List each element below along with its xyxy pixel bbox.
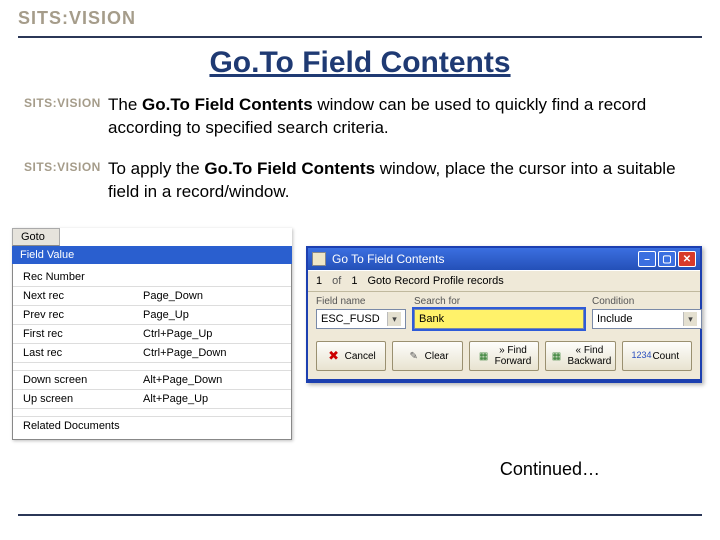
menu-item[interactable]: Related Documents <box>13 417 291 435</box>
bullet-logo-icon: SITS:VISION <box>24 160 90 182</box>
window-toolbar: 1 of 1 Goto Record Profile records <box>308 270 700 292</box>
chevron-down-icon: ▾ <box>683 312 697 326</box>
goto-menu-tab[interactable]: Goto <box>12 228 60 246</box>
continued-label: Continued… <box>500 459 600 480</box>
record-current: 1 <box>316 275 322 287</box>
find-backward-button[interactable]: ▦ « FindBackward <box>545 341 615 371</box>
page-title: Go.To Field Contents <box>18 46 702 80</box>
find-forward-icon: ▦ <box>477 349 491 363</box>
window-titlebar[interactable]: Go To Field Contents – ▢ ✕ <box>308 248 700 270</box>
count-button[interactable]: 1234 Count <box>622 341 692 371</box>
close-button[interactable]: ✕ <box>678 251 696 267</box>
record-total: 1 <box>351 275 357 287</box>
window-icon <box>312 252 326 266</box>
fieldname-select[interactable]: ESC_FUSD ▾ <box>316 309 406 329</box>
bullet-1: SITS:VISION The Go.To Field Contents win… <box>18 94 702 140</box>
chevron-down-icon: ▾ <box>387 312 401 326</box>
field-labels-row: Field name Search for Condition <box>308 292 700 307</box>
bullet-2-text: To apply the Go.To Field Contents window… <box>108 158 696 204</box>
clear-button[interactable]: ✎ Clear <box>392 341 462 371</box>
menu-item[interactable]: Up screenAlt+Page_Up <box>13 390 291 409</box>
cancel-button[interactable]: ✖ Cancel <box>316 341 386 371</box>
find-backward-icon: ▦ <box>549 349 563 363</box>
goto-field-contents-window: Go To Field Contents – ▢ ✕ 1 of 1 Goto R… <box>306 246 702 383</box>
record-of-label: of <box>332 275 341 287</box>
minimize-button[interactable]: – <box>638 251 656 267</box>
clear-icon: ✎ <box>407 349 421 363</box>
cancel-icon: ✖ <box>327 349 341 363</box>
record-desc: Goto Record Profile records <box>367 275 503 287</box>
bullet-1-text: The Go.To Field Contents window can be u… <box>108 94 696 140</box>
menu-item[interactable]: Down screenAlt+Page_Down <box>13 371 291 390</box>
label-condition: Condition <box>592 296 702 307</box>
menu-item[interactable]: First recCtrl+Page_Up <box>13 325 291 344</box>
goto-menu-header[interactable]: Field Value <box>12 246 292 264</box>
brand-logo: SITS:VISION <box>18 8 702 34</box>
top-divider <box>18 36 702 38</box>
label-searchfor: Search for <box>414 296 584 307</box>
searchfor-input[interactable]: Bank <box>414 309 584 329</box>
find-forward-button[interactable]: ▦ » FindForward <box>469 341 539 371</box>
menu-item[interactable]: Last recCtrl+Page_Down <box>13 344 291 363</box>
window-title: Go To Field Contents <box>332 252 636 266</box>
bullet-2: SITS:VISION To apply the Go.To Field Con… <box>18 158 702 204</box>
label-fieldname: Field name <box>316 296 406 307</box>
bottom-divider <box>18 514 702 516</box>
count-icon: 1234 <box>634 349 648 363</box>
menu-item[interactable]: Rec Number <box>13 268 291 287</box>
bullet-logo-icon: SITS:VISION <box>24 96 90 118</box>
menu-item[interactable]: Next recPage_Down <box>13 287 291 306</box>
maximize-button[interactable]: ▢ <box>658 251 676 267</box>
condition-select[interactable]: Include ▾ <box>592 309 702 329</box>
menu-item[interactable]: Prev recPage_Up <box>13 306 291 325</box>
goto-menu: Goto Field Value Rec Number Next recPage… <box>12 228 292 440</box>
